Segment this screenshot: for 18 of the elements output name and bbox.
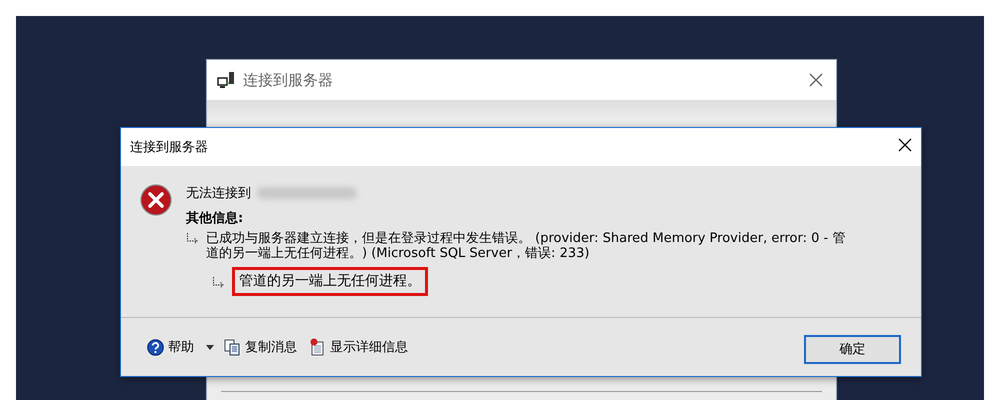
branch-arrow-icon (212, 276, 226, 288)
help-button[interactable]: 帮助 (147, 338, 194, 356)
show-details-button[interactable]: 显示详细信息 (309, 338, 408, 356)
ok-button[interactable]: 确定 (804, 334, 901, 364)
server-icon (217, 71, 235, 89)
detail-message: 已成功与服务器建立连接，但是在登录过程中发生错误。 (provider: Shared Memory Provider, error: 0 - 管道的另一端上无任何进程。) (Microsoft SQL Server，错误: 233) (206, 231, 846, 261)
caret-icon[interactable] (206, 344, 214, 350)
dialog-title: 连接到服务器 (130, 139, 209, 156)
document-error-icon (309, 338, 326, 356)
window-title: 连接到服务器 (243, 70, 334, 90)
highlighted-message: 管道的另一端上无任何进程。 (232, 267, 428, 296)
info-label: 其他信息: (186, 210, 244, 227)
copy-icon (224, 338, 241, 356)
branch-arrow-icon (186, 233, 200, 245)
error-icon (140, 184, 172, 216)
error-heading: 无法连接到 (186, 185, 251, 202)
help-icon (147, 338, 164, 356)
copy-message-button[interactable]: 复制消息 (224, 338, 297, 356)
